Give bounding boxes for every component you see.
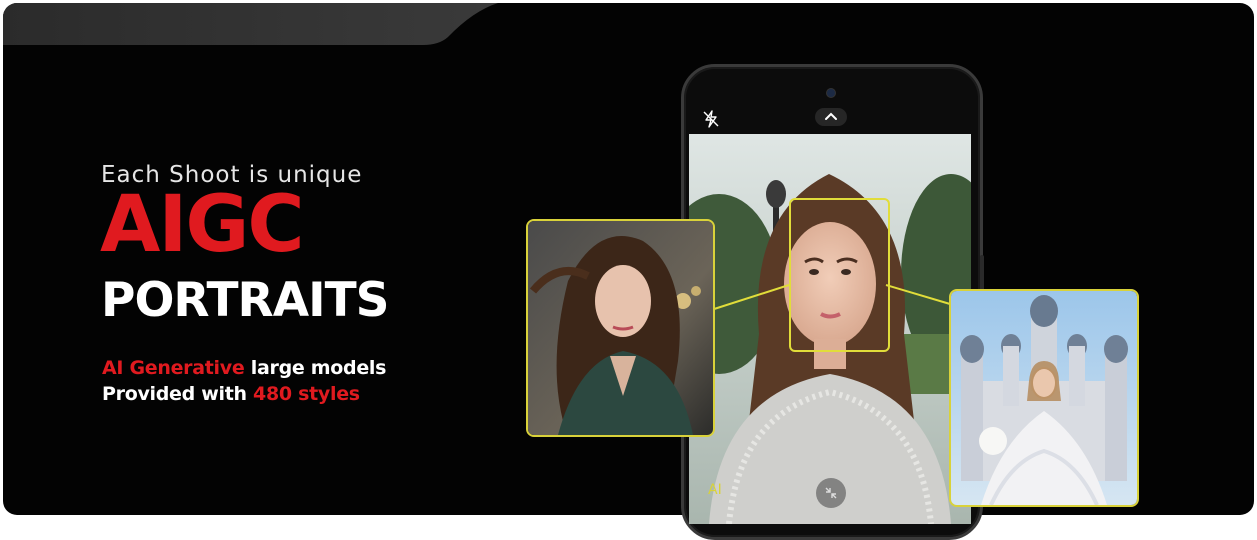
style-sample-wind-portrait bbox=[526, 219, 715, 437]
portrait-image-castle bbox=[951, 291, 1137, 505]
style-sample-castle-portrait bbox=[949, 289, 1139, 507]
portrait-image-wind bbox=[528, 221, 713, 435]
shrink-view-button[interactable] bbox=[816, 478, 846, 508]
shrink-icon bbox=[825, 487, 837, 499]
ai-mode-label[interactable]: AI bbox=[708, 482, 722, 498]
